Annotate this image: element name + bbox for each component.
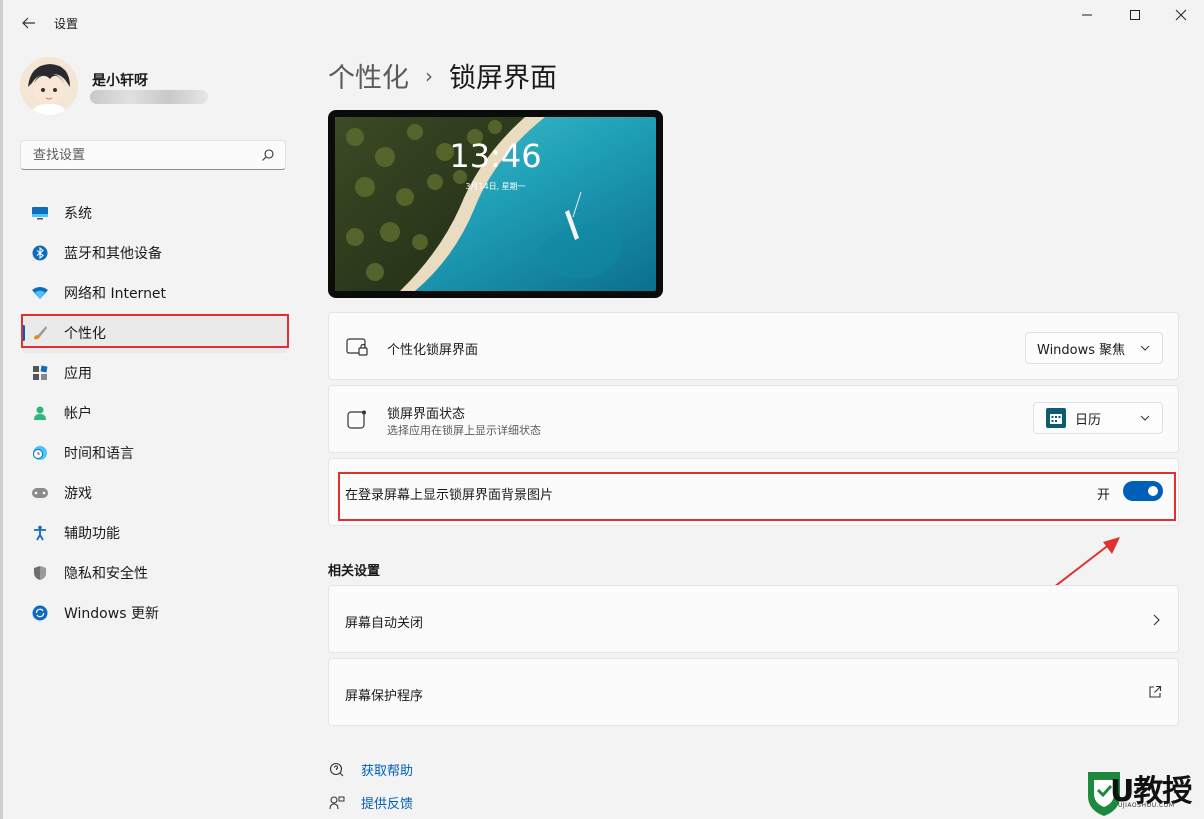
- help-icon: [328, 761, 346, 779]
- sidebar-item-bluetooth[interactable]: 蓝牙和其他设备: [22, 233, 288, 273]
- back-button[interactable]: [18, 12, 40, 34]
- wifi-icon: [31, 284, 49, 302]
- breadcrumb-separator: ›: [425, 63, 433, 88]
- chevron-right-icon: [1153, 614, 1160, 626]
- breadcrumb-parent[interactable]: 个性化: [328, 56, 409, 95]
- minimize-button[interactable]: [1064, 4, 1110, 26]
- lock-screen-icon: [345, 335, 369, 359]
- user-name: 是小轩呀: [92, 73, 148, 89]
- give-feedback-link[interactable]: 提供反馈: [328, 793, 413, 812]
- breadcrumb: 个性化 › 锁屏界面: [328, 56, 557, 95]
- update-icon: [31, 604, 49, 622]
- related-item-screen-timeout[interactable]: 屏幕自动关闭: [328, 585, 1179, 653]
- sidebar-nav: 系统 蓝牙和其他设备 网络和 Internet 个性化 应用 帐户 时间和语言 …: [22, 193, 288, 633]
- apps-icon: [31, 364, 49, 382]
- sidebar-item-network[interactable]: 网络和 Internet: [22, 273, 288, 313]
- related-settings-heading: 相关设置: [328, 564, 381, 579]
- app-title: 设置: [54, 17, 79, 31]
- avatar[interactable]: [20, 57, 78, 115]
- minimize-icon: [1082, 14, 1092, 16]
- sidebar-item-label: 隐私和安全性: [64, 566, 148, 582]
- related-item-label: 屏幕保护程序: [345, 689, 424, 704]
- sidebar-item-privacy[interactable]: 隐私和安全性: [22, 553, 288, 593]
- bluetooth-icon: [31, 244, 49, 262]
- chevron-down-icon: [1140, 415, 1150, 421]
- get-help-link[interactable]: 获取帮助: [328, 760, 413, 779]
- sidebar-item-label: 网络和 Internet: [64, 286, 167, 302]
- lock-screen-status-title: 锁屏界面状态: [387, 407, 466, 422]
- annotation-highlight-box: [21, 314, 289, 348]
- gamepad-icon: [31, 484, 49, 502]
- window-edge: [0, 0, 3, 819]
- sidebar-item-windows-update[interactable]: Windows 更新: [22, 593, 288, 633]
- lock-screen-status-subtitle: 选择应用在锁屏上显示详细状态: [387, 424, 541, 437]
- sidebar-item-label: 应用: [64, 366, 92, 382]
- lock-screen-status-dropdown[interactable]: 日历: [1033, 402, 1163, 434]
- back-arrow-icon: [22, 17, 35, 29]
- close-icon: [1175, 9, 1187, 21]
- preview-wallpaper: 13:46 3月14日, 星期一: [335, 117, 656, 291]
- related-item-screensaver[interactable]: 屏幕保护程序: [328, 658, 1179, 726]
- sidebar-item-label: 时间和语言: [64, 446, 134, 462]
- sidebar-item-label: Windows 更新: [64, 606, 159, 622]
- person-icon: [31, 404, 49, 422]
- chevron-down-icon: [1140, 345, 1150, 351]
- page-title: 锁屏界面: [449, 63, 557, 94]
- maximize-button[interactable]: [1112, 4, 1158, 26]
- search-icon[interactable]: [261, 148, 275, 162]
- accessibility-icon: [31, 524, 49, 542]
- sidebar-item-label: 游戏: [64, 486, 92, 502]
- sidebar-item-label: 辅助功能: [64, 526, 120, 542]
- maximize-icon: [1130, 10, 1140, 20]
- sidebar-item-label: 蓝牙和其他设备: [64, 246, 162, 262]
- sidebar-item-apps[interactable]: 应用: [22, 353, 288, 393]
- sidebar-item-time-language[interactable]: 时间和语言: [22, 433, 288, 473]
- search-input[interactable]: [31, 147, 255, 164]
- related-item-label: 屏幕自动关闭: [345, 616, 424, 631]
- personalize-lock-screen-title: 个性化锁屏界面: [387, 343, 479, 358]
- annotation-highlight-box: [338, 472, 1176, 521]
- preview-time: 13:46: [449, 137, 542, 175]
- sidebar-item-label: 帐户: [64, 406, 92, 422]
- avatar-image: [20, 57, 78, 115]
- give-feedback-label: 提供反馈: [361, 797, 414, 812]
- open-external-icon: [1149, 685, 1162, 698]
- personalize-lock-screen-card: 个性化锁屏界面 Windows 聚焦: [328, 312, 1179, 380]
- dropdown-value: 日历: [1075, 412, 1102, 428]
- sidebar-item-accessibility[interactable]: 辅助功能: [22, 513, 288, 553]
- lock-screen-status-card: 锁屏界面状态 选择应用在锁屏上显示详细状态 日历: [328, 385, 1179, 453]
- get-help-label: 获取帮助: [361, 764, 414, 779]
- close-button[interactable]: [1158, 4, 1204, 26]
- calendar-app-icon: [1046, 408, 1066, 428]
- feedback-icon: [328, 794, 346, 812]
- user-email-blurred: [90, 90, 208, 104]
- sidebar-item-gaming[interactable]: 游戏: [22, 473, 288, 513]
- ujiaoshou-watermark-logo: U教授 UJIAOSHOU.COM: [1084, 768, 1202, 818]
- sidebar-item-label: 系统: [64, 206, 92, 222]
- clock-globe-icon: [31, 444, 49, 462]
- sidebar-item-system[interactable]: 系统: [22, 193, 288, 233]
- status-icon: [345, 408, 369, 432]
- preview-date: 3月14日, 星期一: [465, 182, 526, 191]
- lock-screen-preview: 13:46 3月14日, 星期一: [328, 110, 663, 298]
- dropdown-value: Windows 聚焦: [1037, 342, 1126, 358]
- lock-screen-background-dropdown[interactable]: Windows 聚焦: [1025, 332, 1163, 364]
- monitor-icon: [31, 204, 49, 222]
- title-bar: 设置: [0, 0, 1204, 44]
- shield-icon: [31, 564, 49, 582]
- sidebar-item-accounts[interactable]: 帐户: [22, 393, 288, 433]
- search-box[interactable]: [20, 140, 286, 170]
